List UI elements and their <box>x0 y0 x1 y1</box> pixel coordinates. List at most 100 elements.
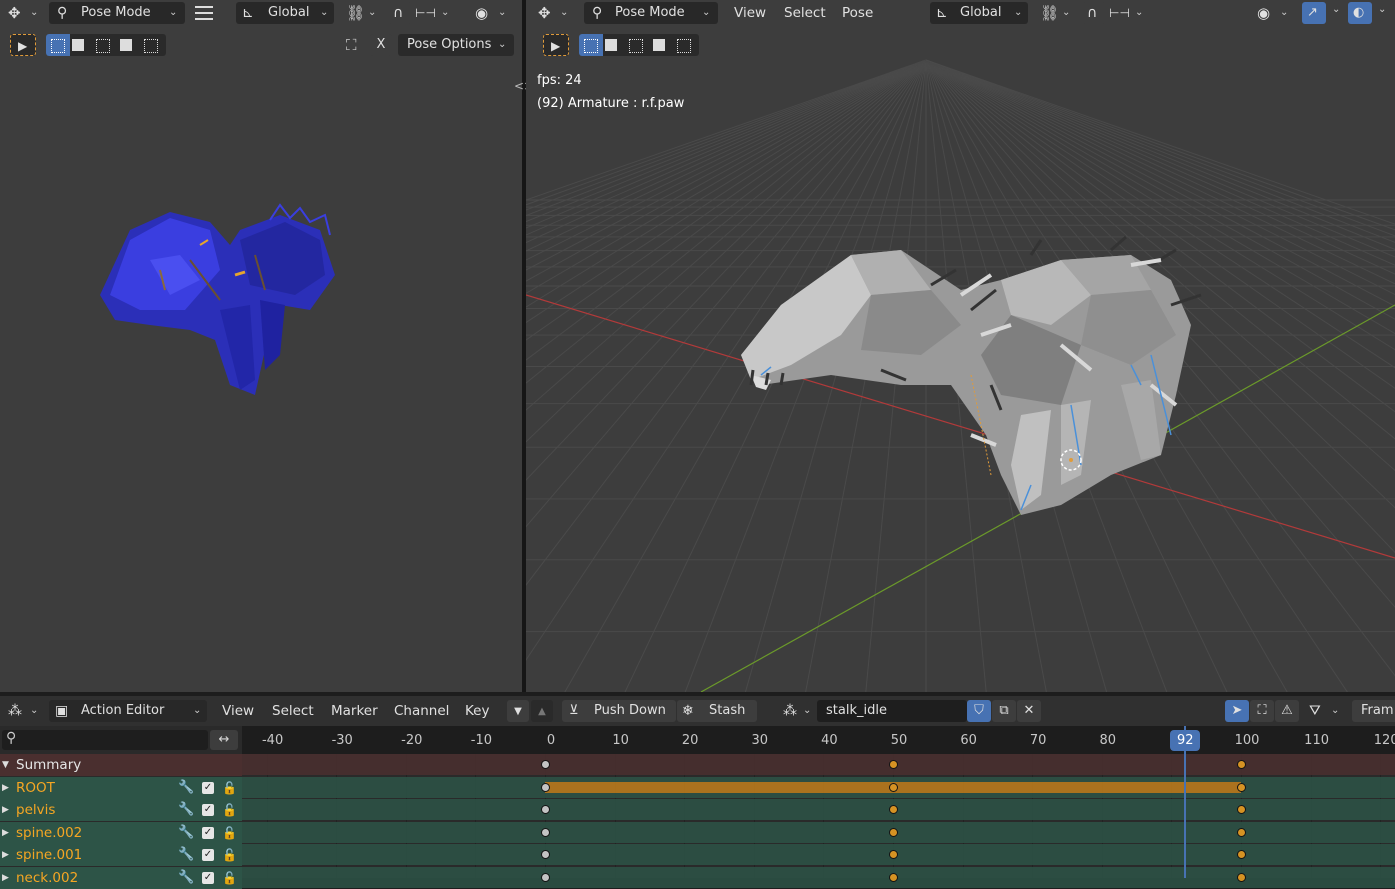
keyframe-dot[interactable] <box>1237 872 1246 882</box>
expand-triangle-icon[interactable]: ▼ <box>2 754 9 776</box>
editor-type-button[interactable]: ⁂ ⌄ <box>4 700 42 722</box>
editor-type-button[interactable]: ✥ ⌄ <box>4 2 42 24</box>
layer-down-button[interactable]: ▼ <box>507 700 529 722</box>
pivot-point-dropdown[interactable]: ⛓ ⌄ <box>1036 2 1076 24</box>
x-mirror-icon[interactable]: ⛶ <box>346 36 357 54</box>
keyframe-dot[interactable] <box>541 827 550 837</box>
frame-ruler[interactable]: -40-30-20-10010203040506070809100110120 <box>242 726 1395 754</box>
collapse-triangle-icon[interactable]: ▶ <box>2 844 9 866</box>
frame-menu[interactable]: Fram <box>1352 700 1395 722</box>
modifier-wrench-icon[interactable]: 🔧 <box>178 777 194 799</box>
channel-timeline-row[interactable] <box>242 776 1395 798</box>
keyframe-dot[interactable] <box>1237 760 1246 769</box>
channel-item[interactable]: ▶ spine.001 🔧 ✓ 🔓 <box>0 844 242 866</box>
menu-key[interactable]: Key <box>465 700 489 722</box>
snap-toggle[interactable]: ∩ <box>388 2 412 24</box>
channel-search-field[interactable]: ⚲ <box>2 730 208 750</box>
select-new-icon[interactable] <box>579 34 603 56</box>
collapse-triangle-icon[interactable]: ▶ <box>2 799 9 821</box>
keyframe-dot[interactable] <box>889 805 898 814</box>
select-mode-group[interactable] <box>46 34 166 56</box>
chevron-down-icon[interactable]: ⌄ <box>1332 4 1340 15</box>
keyframe-dot[interactable] <box>889 782 898 792</box>
collapse-triangle-icon[interactable]: ▶ <box>2 822 9 844</box>
select-subtract-icon[interactable] <box>629 39 643 53</box>
select-mode-group[interactable] <box>579 34 699 56</box>
unlock-icon[interactable]: 🔓 <box>222 799 237 821</box>
current-frame-indicator[interactable]: 92 <box>1170 730 1201 751</box>
hamburger-menu-icon[interactable] <box>195 5 213 21</box>
mode-dropdown[interactable]: ⚲ Pose Mode ⌄ <box>584 2 718 24</box>
menu-view[interactable]: View <box>734 2 766 24</box>
show-hidden-toggle[interactable]: ⛶ <box>1250 700 1274 722</box>
action-editor[interactable]: ⁂ ⌄ ▣ Action Editor ⌄ View Select Marker… <box>0 692 1395 889</box>
channel-summary[interactable]: ▼ Summary <box>0 754 242 776</box>
modifier-wrench-icon[interactable]: 🔧 <box>178 822 194 844</box>
unlock-icon[interactable]: 🔓 <box>222 822 237 844</box>
menu-view[interactable]: View <box>222 700 254 722</box>
select-intersect-icon[interactable] <box>144 39 158 53</box>
select-intersect-icon[interactable] <box>677 39 691 53</box>
transform-orientation-dropdown[interactable]: ⊾ Global ⌄ <box>236 2 334 24</box>
modifier-wrench-icon[interactable]: 🔧 <box>178 844 194 866</box>
only-selected-toggle[interactable]: ➤ <box>1225 700 1249 722</box>
stash-button[interactable]: ❄ Stash <box>677 700 757 722</box>
select-new-icon[interactable] <box>46 34 70 56</box>
select-invert-icon[interactable] <box>653 39 665 51</box>
x-mirror-toggle[interactable]: X <box>370 34 392 56</box>
visibility-dropdown[interactable]: ◉ ⌄ <box>472 2 512 24</box>
channel-enabled-checkbox[interactable]: ✓ <box>202 804 214 816</box>
select-tool-button[interactable]: ▶ <box>543 34 569 56</box>
keyframe-dot[interactable] <box>541 872 550 882</box>
layer-up-button[interactable]: ▲ <box>531 700 553 722</box>
main-viewport[interactable]: ✥ ⌄ ⚲ Pose Mode ⌄ View Select Pose ⊾ Glo… <box>526 0 1395 692</box>
gizmo-toggle[interactable]: ↗ <box>1302 2 1326 24</box>
select-subtract-icon[interactable] <box>96 39 110 53</box>
keyframe-dot[interactable] <box>541 805 550 814</box>
keyframe-dot[interactable] <box>541 782 550 792</box>
pivot-point-dropdown[interactable]: ⛓ ⌄ <box>342 2 382 24</box>
keyframe-dot[interactable] <box>889 872 898 882</box>
snap-toggle[interactable]: ∩ <box>1082 2 1106 24</box>
channel-enabled-checkbox[interactable]: ✓ <box>202 849 214 861</box>
channel-enabled-checkbox[interactable]: ✓ <box>202 781 214 794</box>
menu-select[interactable]: Select <box>272 700 314 722</box>
channel-item[interactable]: ▶ pelvis 🔧 ✓ 🔓 <box>0 799 242 821</box>
channel-timeline-row[interactable] <box>242 821 1395 843</box>
select-tool-button[interactable]: ▶ <box>10 34 36 56</box>
push-down-button[interactable]: ⊻ Push Down <box>562 700 676 722</box>
mode-dropdown[interactable]: ⚲ Pose Mode ⌄ <box>49 2 185 24</box>
channel-timeline-row[interactable] <box>242 799 1395 820</box>
select-invert-icon[interactable] <box>120 39 132 51</box>
keyframe-dot[interactable] <box>541 850 550 859</box>
editor-type-button[interactable]: ✥ ⌄ <box>534 2 572 24</box>
pose-options-dropdown[interactable]: Pose Options ⌄ <box>398 34 514 56</box>
editor-mode-dropdown[interactable]: ▣ Action Editor ⌄ <box>49 700 207 722</box>
modifier-wrench-icon[interactable]: 🔧 <box>178 799 194 821</box>
keyframe-dot[interactable] <box>541 760 550 769</box>
keyframe-dot[interactable] <box>889 827 898 837</box>
channel-enabled-checkbox[interactable]: ✓ <box>202 826 214 839</box>
left-viewport[interactable]: ✥ ⌄ ⚲ Pose Mode ⌄ ⊾ Global ⌄ ⛓ ⌄ ∩ ⊢⊣ ⌄ <box>0 0 522 692</box>
keyframe-dot[interactable] <box>1237 782 1246 792</box>
visibility-dropdown[interactable]: ◉ ⌄ <box>1254 2 1294 24</box>
swap-channel-filter-button[interactable]: ↔ <box>210 730 238 750</box>
menu-channel[interactable]: Channel <box>394 700 449 722</box>
channel-item[interactable]: ▶ spine.002 🔧 ✓ 🔓 <box>0 821 242 844</box>
snap-options-dropdown[interactable]: ⊢⊣ ⌄ <box>1107 2 1147 24</box>
action-name-field[interactable]: stalk_idle <box>817 700 967 722</box>
filters-dropdown[interactable]: ⛛ ⌄ <box>1305 700 1345 722</box>
channel-timeline-row[interactable] <box>242 844 1395 865</box>
chevron-down-icon[interactable]: ⌄ <box>1378 4 1386 15</box>
select-extend-icon[interactable] <box>72 39 84 51</box>
overlays-toggle[interactable]: ◐ <box>1348 2 1372 24</box>
textured-creature-model[interactable] <box>90 200 350 400</box>
keyframe-dot[interactable] <box>889 760 898 769</box>
action-browse-dropdown[interactable]: ⁂ ⌄ <box>779 700 817 722</box>
duplicate-action-button[interactable]: ⧉ <box>992 700 1016 722</box>
snap-options-dropdown[interactable]: ⊢⊣ ⌄ <box>413 2 453 24</box>
menu-pose[interactable]: Pose <box>842 2 873 24</box>
only-errors-toggle[interactable]: ⚠ <box>1275 700 1299 722</box>
channel-item[interactable]: ▶ ROOT 🔧 ✓ 🔓 <box>0 776 242 799</box>
keyframe-dot[interactable] <box>1237 827 1246 837</box>
